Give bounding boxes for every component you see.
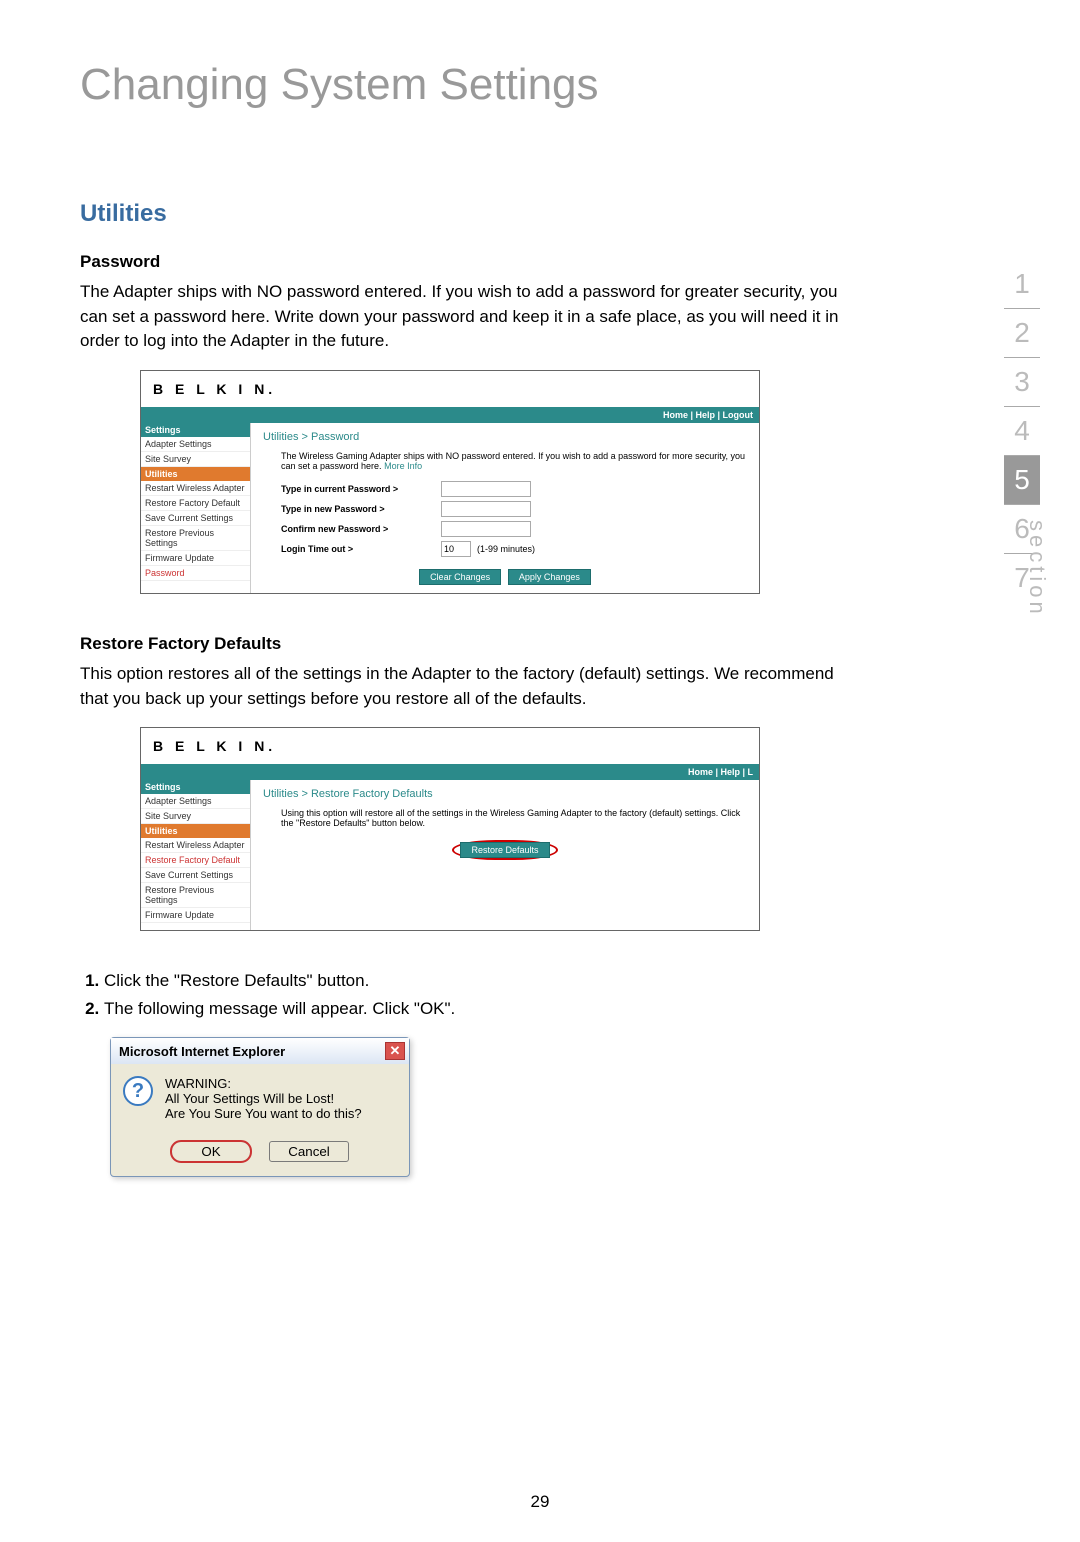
current-password-input[interactable] bbox=[441, 481, 531, 497]
sidebar-item[interactable]: Firmware Update bbox=[141, 908, 250, 923]
apply-changes-button[interactable]: Apply Changes bbox=[508, 569, 591, 585]
clear-changes-button[interactable]: Clear Changes bbox=[419, 569, 501, 585]
breadcrumb: Utilities > Password bbox=[263, 431, 747, 443]
section-tab-2[interactable]: 2 bbox=[1004, 309, 1040, 358]
sidebar-settings-head: Settings bbox=[141, 780, 250, 794]
sidebar-item[interactable]: Restore Previous Settings bbox=[141, 526, 250, 551]
sidebar-settings-head: Settings bbox=[141, 423, 250, 437]
sidebar-item[interactable]: Adapter Settings bbox=[141, 794, 250, 809]
highlight-circle: Restore Defaults bbox=[452, 840, 557, 860]
sidebar-item[interactable]: Site Survey bbox=[141, 809, 250, 824]
screenshot-restore: B E L K I N. Home | Help | L Settings Ad… bbox=[140, 727, 760, 931]
section-tab-1[interactable]: 1 bbox=[1004, 260, 1040, 309]
section-tab-4[interactable]: 4 bbox=[1004, 407, 1040, 456]
section-label: section bbox=[1024, 520, 1050, 618]
top-links-bar: Home | Help | L bbox=[141, 764, 759, 780]
section-tabs: section 1 2 3 4 5 6 7 bbox=[1004, 260, 1040, 602]
ok-button[interactable]: OK bbox=[171, 1141, 251, 1162]
screenshot-password: B E L K I N. Home | Help | Logout Settin… bbox=[140, 370, 760, 594]
dialog-title: Microsoft Internet Explorer bbox=[119, 1044, 285, 1059]
utilities-heading: Utilities bbox=[80, 200, 860, 228]
sidebar-item-password[interactable]: Password bbox=[141, 566, 250, 581]
sidebar-utilities-head: Utilities bbox=[141, 467, 250, 481]
new-password-label: Type in new Password > bbox=[281, 504, 441, 514]
password-body: The Adapter ships with NO password enter… bbox=[80, 280, 860, 354]
section-tab-5[interactable]: 5 bbox=[1004, 456, 1040, 505]
sidebar: Settings Adapter Settings Site Survey Ut… bbox=[141, 423, 251, 593]
close-icon[interactable]: ✕ bbox=[385, 1042, 405, 1060]
steps-list: Click the "Restore Defaults" button. The… bbox=[104, 971, 860, 1019]
panel-description: The Wireless Gaming Adapter ships with N… bbox=[281, 451, 747, 471]
page-number: 29 bbox=[0, 1492, 1080, 1512]
sidebar-item[interactable]: Save Current Settings bbox=[141, 511, 250, 526]
restore-body: This option restores all of the settings… bbox=[80, 662, 860, 711]
sidebar-item[interactable]: Site Survey bbox=[141, 452, 250, 467]
password-heading: Password bbox=[80, 252, 860, 272]
panel-description: Using this option will restore all of th… bbox=[281, 808, 747, 828]
section-tab-3[interactable]: 3 bbox=[1004, 358, 1040, 407]
restore-defaults-button[interactable]: Restore Defaults bbox=[460, 842, 549, 858]
login-timeout-hint: (1-99 minutes) bbox=[477, 544, 535, 554]
top-links[interactable]: Home | Help | L bbox=[688, 767, 753, 777]
page-title: Changing System Settings bbox=[80, 60, 1000, 110]
sidebar-item[interactable]: Restore Previous Settings bbox=[141, 883, 250, 908]
breadcrumb: Utilities > Restore Factory Defaults bbox=[263, 788, 747, 800]
belkin-logo: B E L K I N. bbox=[153, 381, 276, 397]
step-2: The following message will appear. Click… bbox=[104, 999, 860, 1019]
sidebar-item[interactable]: Firmware Update bbox=[141, 551, 250, 566]
step-1: Click the "Restore Defaults" button. bbox=[104, 971, 860, 991]
top-links-bar: Home | Help | Logout bbox=[141, 407, 759, 423]
confirm-password-label: Confirm new Password > bbox=[281, 524, 441, 534]
belkin-logo: B E L K I N. bbox=[153, 738, 276, 754]
sidebar-item[interactable]: Restart Wireless Adapter bbox=[141, 481, 250, 496]
cancel-button[interactable]: Cancel bbox=[269, 1141, 349, 1162]
panel-description-text: The Wireless Gaming Adapter ships with N… bbox=[281, 451, 745, 471]
warning-dialog: Microsoft Internet Explorer ✕ ? WARNING:… bbox=[110, 1037, 410, 1177]
content: Utilities Password The Adapter ships wit… bbox=[80, 200, 860, 1177]
restore-heading: Restore Factory Defaults bbox=[80, 634, 860, 654]
top-links[interactable]: Home | Help | Logout bbox=[663, 410, 753, 420]
dialog-line: Are You Sure You want to do this? bbox=[165, 1106, 362, 1121]
sidebar: Settings Adapter Settings Site Survey Ut… bbox=[141, 780, 251, 930]
sidebar-item-restore[interactable]: Restore Factory Default bbox=[141, 853, 250, 868]
sidebar-item[interactable]: Adapter Settings bbox=[141, 437, 250, 452]
current-password-label: Type in current Password > bbox=[281, 484, 441, 494]
more-info-link[interactable]: More Info bbox=[384, 461, 422, 471]
sidebar-utilities-head: Utilities bbox=[141, 824, 250, 838]
sidebar-item[interactable]: Restore Factory Default bbox=[141, 496, 250, 511]
login-timeout-input[interactable] bbox=[441, 541, 471, 557]
sidebar-item[interactable]: Save Current Settings bbox=[141, 868, 250, 883]
dialog-warning-label: WARNING: bbox=[165, 1076, 362, 1091]
new-password-input[interactable] bbox=[441, 501, 531, 517]
dialog-line: All Your Settings Will be Lost! bbox=[165, 1091, 362, 1106]
sidebar-item[interactable]: Restart Wireless Adapter bbox=[141, 838, 250, 853]
login-timeout-label: Login Time out > bbox=[281, 544, 441, 554]
question-icon: ? bbox=[123, 1076, 153, 1106]
confirm-password-input[interactable] bbox=[441, 521, 531, 537]
